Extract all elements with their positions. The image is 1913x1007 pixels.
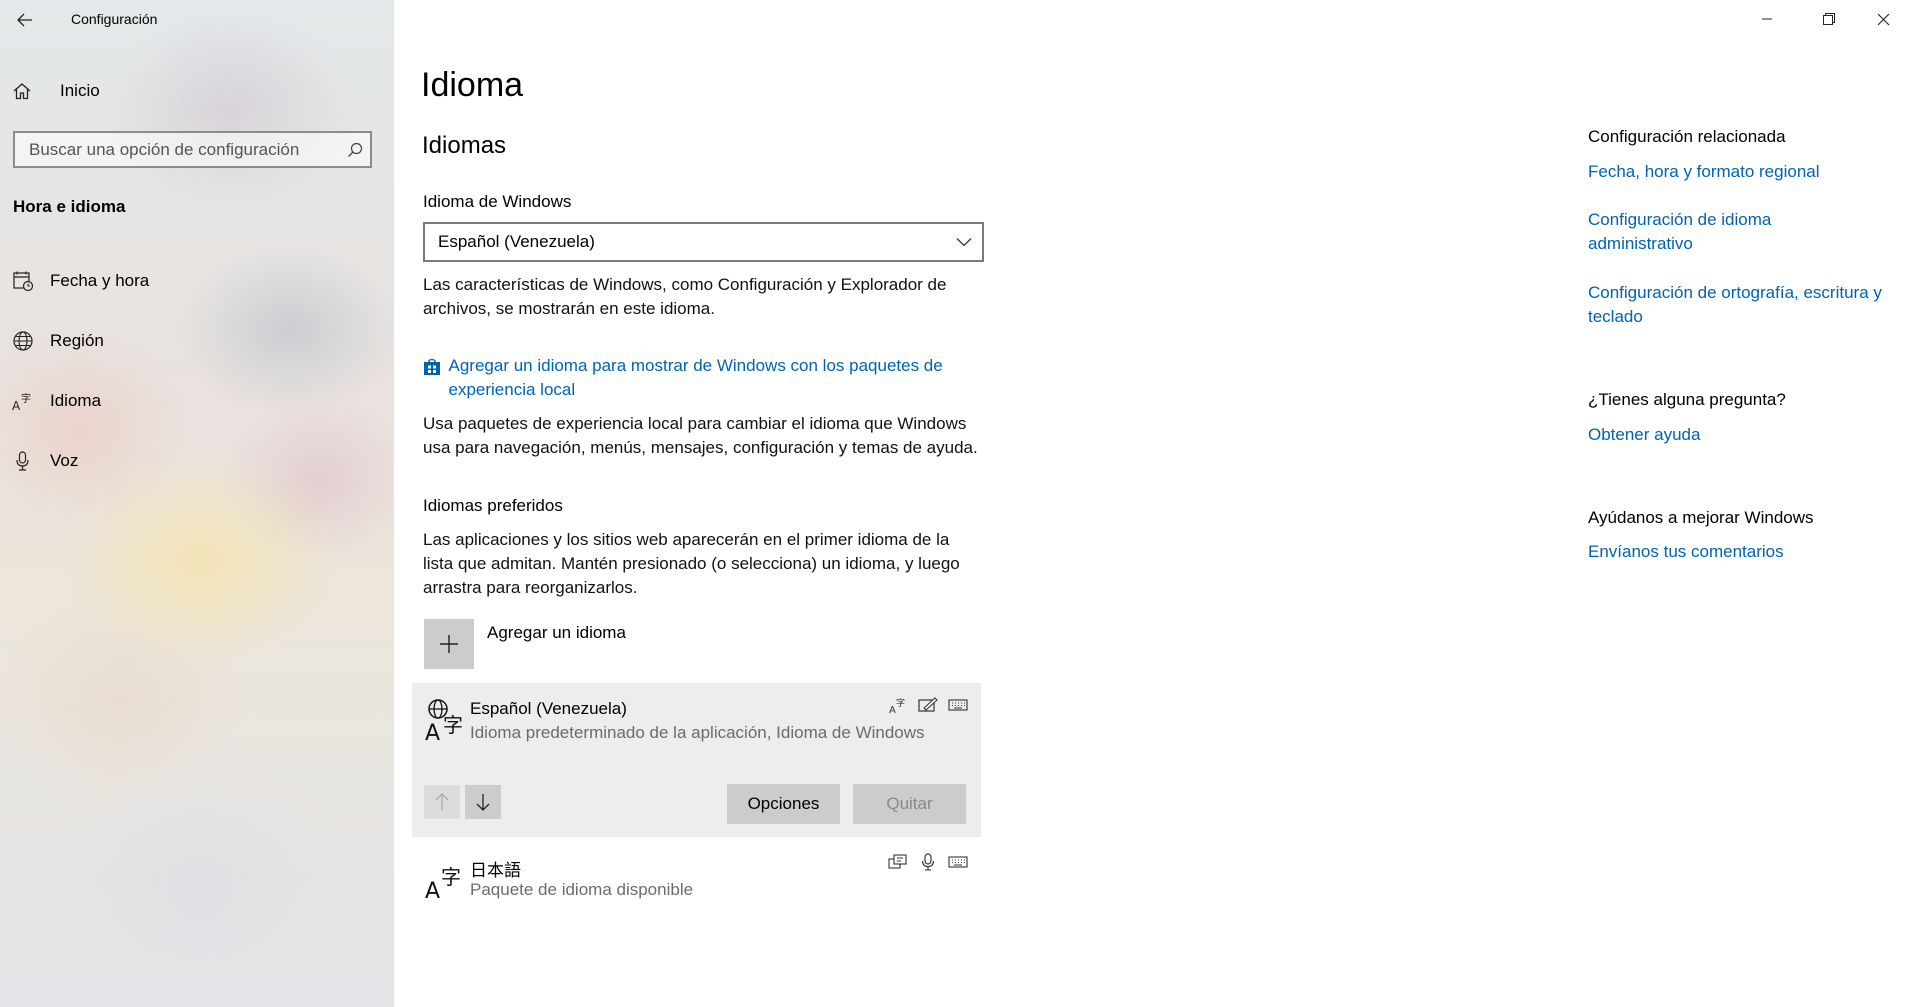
link-admin-language[interactable]: Configuración de idioma administrativo: [1588, 208, 1828, 256]
language-features: [887, 852, 969, 872]
windows-language-dropdown[interactable]: Español (Venezuela): [423, 222, 984, 262]
back-arrow-icon: [17, 13, 32, 27]
add-language-label: Agregar un idioma: [487, 623, 626, 642]
store-link-text[interactable]: Agregar un idioma para mostrar de Window…: [449, 354, 984, 402]
language-icon: A字: [424, 854, 466, 904]
sidebar-item-region[interactable]: Región: [12, 326, 382, 356]
search-icon[interactable]: [340, 135, 370, 165]
move-up-button: [424, 785, 460, 819]
move-down-button[interactable]: [465, 785, 501, 819]
back-button[interactable]: [12, 8, 38, 32]
sidebar: Configuración Inicio Hora e idioma Fecha…: [0, 0, 394, 1007]
add-language-button[interactable]: Agregar un idioma: [424, 619, 626, 669]
sidebar-item-label: Fecha y hora: [50, 271, 150, 290]
language-item[interactable]: A字 日本語 Paquete de idioma disponible: [412, 840, 981, 910]
svg-text:字: 字: [443, 713, 463, 737]
sidebar-item-label: Región: [50, 331, 104, 350]
svg-text:A: A: [889, 705, 896, 714]
windows-language-desc: Las características de Windows, como Con…: [423, 275, 947, 318]
question-heading: ¿Tienes alguna pregunta?: [1588, 390, 1786, 409]
search-input[interactable]: [29, 139, 340, 160]
improve-heading: Ayúdanos a mejorar Windows: [1588, 508, 1814, 527]
microphone-icon: [917, 852, 939, 872]
search-box[interactable]: [13, 131, 372, 168]
dropdown-value: Español (Venezuela): [438, 232, 595, 251]
svg-text:A: A: [425, 879, 440, 900]
language-features: A字: [887, 695, 969, 715]
text-to-speech-icon: [887, 852, 909, 872]
preferred-languages-desc: Las aplicaciones y los sitios web aparec…: [423, 530, 960, 597]
calendar-clock-icon: [12, 270, 34, 292]
section-title: Idiomas: [422, 132, 507, 159]
arrow-up-icon: [435, 793, 449, 810]
sidebar-item-label: Idioma: [50, 391, 102, 410]
section-heading: Hora e idioma: [13, 197, 126, 216]
display-language-icon: A字: [887, 695, 909, 715]
svg-text:字: 字: [21, 392, 31, 405]
plus-icon: [424, 619, 474, 669]
microphone-icon: [12, 450, 34, 472]
nav-home[interactable]: Inicio: [12, 78, 100, 104]
options-button[interactable]: Opciones: [727, 784, 840, 824]
related-heading: Configuración relacionada: [1588, 127, 1786, 146]
store-icon: [423, 354, 444, 402]
main-content: Idioma Idiomas Idioma de Windows Español…: [394, 0, 1913, 1007]
home-icon: [13, 83, 31, 100]
svg-text:字: 字: [441, 865, 461, 889]
svg-text:字: 字: [896, 697, 905, 709]
nav-home-label: Inicio: [60, 81, 100, 100]
windows-language-label: Idioma de Windows: [423, 192, 572, 211]
language-name: 日本語: [470, 861, 521, 880]
sidebar-item-idioma[interactable]: A字 Idioma: [12, 386, 382, 416]
remove-button: Quitar: [853, 784, 966, 824]
language-name: Español (Venezuela): [470, 699, 627, 718]
link-date-time-format[interactable]: Fecha, hora y formato regional: [1588, 160, 1898, 184]
language-icon: A字: [12, 390, 34, 412]
svg-text:A: A: [425, 721, 440, 743]
keyboard-icon: [947, 695, 969, 715]
sidebar-item-voz[interactable]: Voz: [12, 446, 382, 476]
keyboard-icon: [947, 852, 969, 872]
globe-icon: [12, 330, 34, 352]
store-language-link[interactable]: Agregar un idioma para mostrar de Window…: [423, 354, 983, 402]
language-pack-icon: A字: [424, 697, 466, 746]
sidebar-item-label: Voz: [50, 451, 79, 470]
chevron-down-icon: [946, 237, 982, 247]
handwriting-icon: [917, 695, 939, 715]
language-desc: Idioma predeterminado de la aplicación, …: [470, 723, 925, 742]
language-item-selected[interactable]: A字 Español (Venezuela) Idioma predetermi…: [412, 683, 981, 837]
arrow-down-icon: [476, 794, 490, 811]
page-title: Idioma: [421, 66, 524, 104]
svg-text:A: A: [12, 399, 21, 412]
preferred-languages-heading: Idiomas preferidos: [423, 496, 563, 515]
window-title: Configuración: [71, 11, 158, 27]
link-feedback[interactable]: Envíanos tus comentarios: [1588, 540, 1898, 564]
language-desc: Paquete de idioma disponible: [470, 880, 694, 899]
link-spelling-typing[interactable]: Configuración de ortografía, escritura y…: [1588, 281, 1908, 329]
sidebar-item-fecha-y-hora[interactable]: Fecha y hora: [12, 266, 382, 296]
store-link-desc: Usa paquetes de experiencia local para c…: [423, 414, 978, 457]
link-get-help[interactable]: Obtener ayuda: [1588, 423, 1898, 447]
